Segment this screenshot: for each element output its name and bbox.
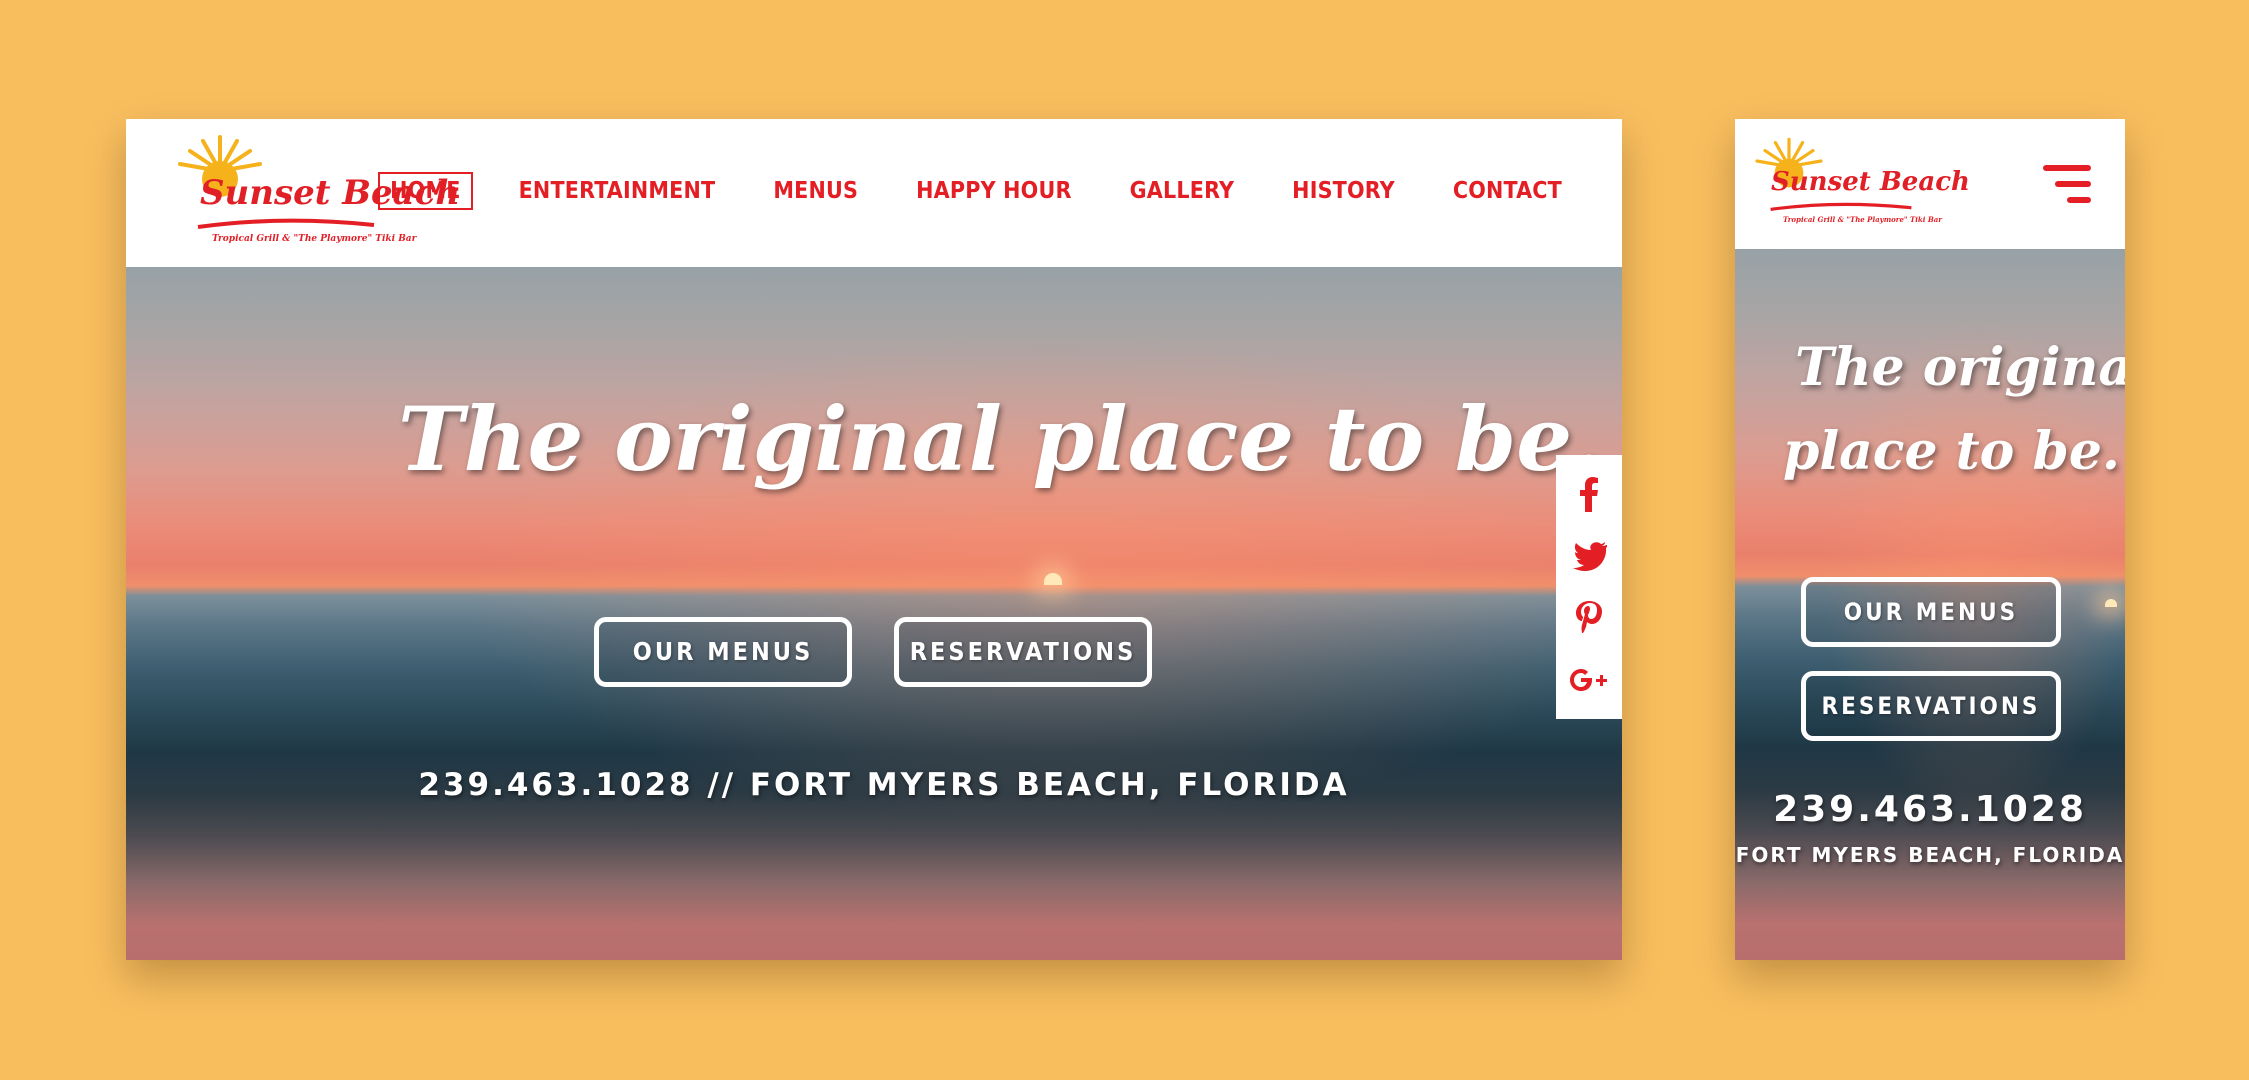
setting-sun <box>2105 599 2117 607</box>
site-header: Sunset Beach Tropical Grill & "The Playm… <box>126 119 1622 267</box>
location-text: FORT MYERS BEACH, FLORIDA <box>1735 843 2125 867</box>
twitter-icon[interactable] <box>1569 536 1609 576</box>
nav-happy-hour[interactable]: HAPPY HOUR <box>904 172 1083 210</box>
mobile-hero-headline-line1: The original <box>1795 337 2125 398</box>
nav-contact[interactable]: CONTACT <box>1441 172 1574 210</box>
google-plus-icon[interactable] <box>1569 660 1609 700</box>
brand-logo[interactable]: Sunset Beach Tropical Grill & "The Playm… <box>170 129 460 259</box>
brand-logo-mobile[interactable]: Sunset Beach Tropical Grill & "The Playm… <box>1749 133 1970 237</box>
nav-entertainment[interactable]: ENTERTAINMENT <box>507 172 728 210</box>
social-bar <box>1556 455 1622 719</box>
logo-tagline: Tropical Grill & "The Playmore" Tiki Bar <box>212 234 417 244</box>
nav-home[interactable]: HOME <box>378 172 473 210</box>
reservations-button[interactable]: RESERVATIONS <box>894 617 1152 687</box>
logo-wordmark: Sunset Beach <box>1771 167 1970 197</box>
nav-history[interactable]: HISTORY <box>1280 172 1407 210</box>
logo-swash <box>197 218 375 229</box>
logo-swash <box>1770 202 1912 211</box>
pinterest-icon[interactable] <box>1569 598 1609 638</box>
main-nav: HOME ENTERTAINMENT MENUS HAPPY HOUR GALL… <box>378 172 1574 210</box>
our-menus-button[interactable]: OUR MENUS <box>594 617 852 687</box>
mobile-header: Sunset Beach Tropical Grill & "The Playm… <box>1735 119 2125 249</box>
hero-headline: The original place to be. <box>398 387 1603 491</box>
mobile-mockup: Sunset Beach Tropical Grill & "The Playm… <box>1735 119 2125 960</box>
contact-line: 239.463.1028 // FORT MYERS BEACH, FLORID… <box>418 767 1350 803</box>
mobile-hero-headline-line2: place to be. <box>1783 421 2121 482</box>
sunset-glow <box>126 267 1622 960</box>
phone-number: 239.463.1028 <box>1773 789 2087 830</box>
our-menus-button[interactable]: OUR MENUS <box>1801 577 2061 647</box>
hero-section: The original place to be. OUR MENUS RESE… <box>126 267 1622 960</box>
nav-menus[interactable]: MENUS <box>761 172 870 210</box>
nav-gallery[interactable]: GALLERY <box>1118 172 1247 210</box>
reservations-button[interactable]: RESERVATIONS <box>1801 671 2061 741</box>
desktop-mockup: Sunset Beach Tropical Grill & "The Playm… <box>126 119 1622 960</box>
setting-sun <box>1044 573 1062 585</box>
mobile-hero-section: The original place to be. OUR MENUS RESE… <box>1735 249 2125 960</box>
facebook-icon[interactable] <box>1569 474 1609 514</box>
hamburger-menu-icon[interactable] <box>2043 165 2091 205</box>
logo-tagline: Tropical Grill & "The Playmore" Tiki Bar <box>1783 215 1942 224</box>
